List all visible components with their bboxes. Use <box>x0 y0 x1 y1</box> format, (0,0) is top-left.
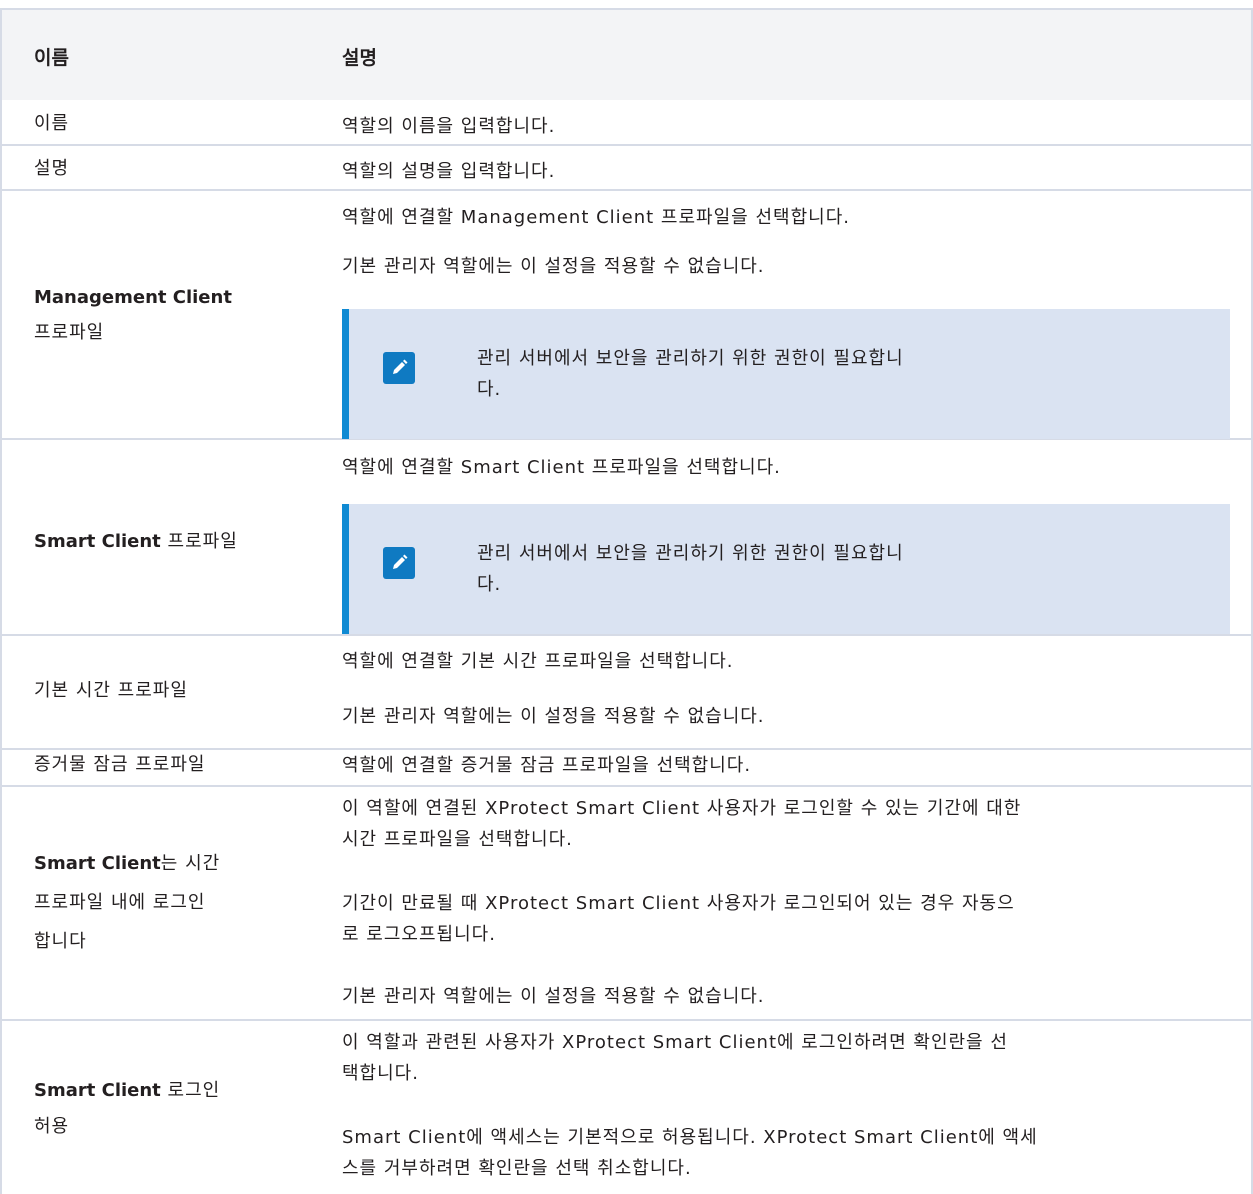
table-row: 증거물 잠금 프로파일 역할에 연결할 증거물 잠금 프로파일을 선택합니다. <box>2 750 1251 787</box>
pencil-icon <box>383 352 415 384</box>
row-time-label: 기본 시간 프로파일 <box>34 680 188 701</box>
row-loginallow-p1: 이 역할과 관련된 사용자가 XProtect Smart Client에 로그… <box>342 1032 1008 1084</box>
note-box: 관리 서버에서 보안을 관리하기 위한 권한이 필요합니 다. <box>342 309 1230 439</box>
row-mgmt-label: Management Client 프로파일 <box>34 287 232 343</box>
row-smart-p1: 역할에 연결할 Smart Client 프로파일을 선택합니다. <box>342 457 781 478</box>
note-text: 관리 서버에서 보안을 관리하기 위한 권한이 필요합니 다. <box>477 348 904 400</box>
row-name-desc: 역할의 이름을 입력합니다. <box>342 116 556 137</box>
row-smart-label: Smart Client 프로파일 <box>34 531 238 552</box>
row-loginallow-p2: Smart Client에 액세스는 기본적으로 허용됩니다. XProtect… <box>342 1127 1038 1179</box>
row-logintime-p2: 기간이 만료될 때 XProtect Smart Client 사용자가 로그인… <box>342 893 1015 945</box>
table-row: 기본 시간 프로파일 역할에 연결할 기본 시간 프로파일을 선택합니다. 기본… <box>2 636 1251 750</box>
header-name: 이름 <box>34 47 69 69</box>
row-desc-desc: 역할의 설명을 입력합니다. <box>342 161 556 182</box>
table-row: Smart Client 프로파일 역할에 연결할 Smart Client 프… <box>2 440 1251 636</box>
row-desc-label: 설명 <box>34 158 70 179</box>
table-row: Smart Client 로그인 허용 이 역할과 관련된 사용자가 XProt… <box>2 1021 1251 1194</box>
row-logintime-p3: 기본 관리자 역할에는 이 설정을 적용할 수 없습니다. <box>342 986 765 1007</box>
row-logintime-p1: 이 역할에 연결된 XProtect Smart Client 사용자가 로그인… <box>342 798 1022 850</box>
table-row: 이름 역할의 이름을 입력합니다. <box>2 100 1251 146</box>
table-row: 설명 역할의 설명을 입력합니다. <box>2 146 1251 191</box>
row-evidence-desc: 역할에 연결할 증거물 잠금 프로파일을 선택합니다. <box>342 755 752 776</box>
row-evidence-label: 증거물 잠금 프로파일 <box>34 754 206 775</box>
header-description: 설명 <box>342 47 377 69</box>
note-box: 관리 서버에서 보안을 관리하기 위한 권한이 필요합니 다. <box>342 504 1230 634</box>
row-logintime-label: Smart Client는 시간 프로파일 내에 로그인 합니다 <box>34 853 221 952</box>
row-loginallow-label: Smart Client 로그인 허용 <box>34 1080 221 1137</box>
row-time-p2: 기본 관리자 역할에는 이 설정을 적용할 수 없습니다. <box>342 706 765 727</box>
table-row: Management Client 프로파일 역할에 연결할 Managemen… <box>2 191 1251 440</box>
table-row: Smart Client는 시간 프로파일 내에 로그인 합니다 이 역할에 연… <box>2 787 1251 1021</box>
row-mgmt-p2: 기본 관리자 역할에는 이 설정을 적용할 수 없습니다. <box>342 256 765 277</box>
row-name-label: 이름 <box>34 113 70 134</box>
row-mgmt-p1: 역할에 연결할 Management Client 프로파일을 선택합니다. <box>342 207 850 228</box>
row-time-p1: 역할에 연결할 기본 시간 프로파일을 선택합니다. <box>342 651 734 672</box>
note-text: 관리 서버에서 보안을 관리하기 위한 권한이 필요합니 다. <box>477 543 904 595</box>
pencil-icon <box>383 547 415 579</box>
table-header: 이름 설명 <box>2 8 1251 100</box>
